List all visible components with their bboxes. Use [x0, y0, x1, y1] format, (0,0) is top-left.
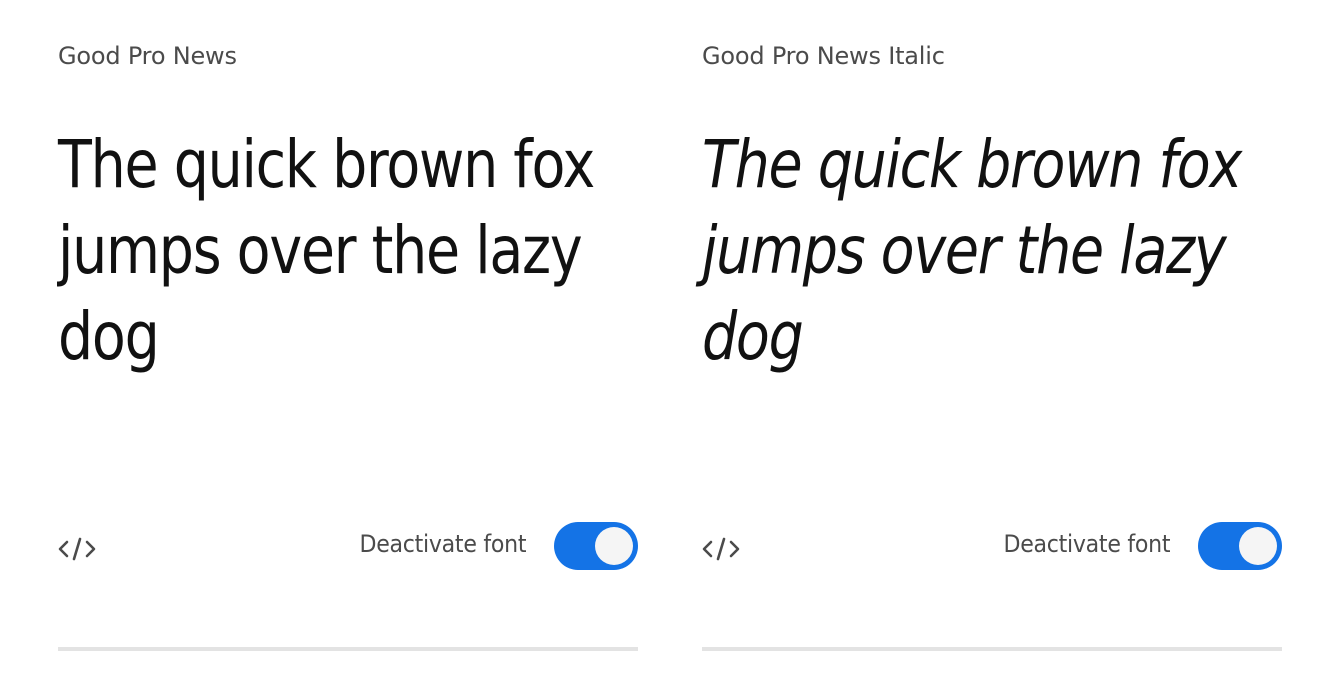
deactivate-font-toggle[interactable]	[554, 522, 638, 570]
toggle-label: Deactivate font	[359, 530, 526, 558]
font-sample-text: The quick brown fox jumps over the lazy …	[58, 126, 595, 375]
toggle-knob	[595, 527, 633, 565]
deactivate-font-toggle[interactable]	[1198, 522, 1282, 570]
code-icon	[58, 536, 96, 562]
font-name: Good Pro News	[58, 42, 237, 70]
divider	[702, 647, 1282, 651]
toggle-label: Deactivate font	[1003, 530, 1170, 558]
font-card-grid: Good Pro News The quick brown fox jumps …	[0, 0, 1318, 688]
embed-code-button[interactable]	[58, 532, 98, 566]
embed-code-button[interactable]	[702, 532, 742, 566]
font-sample-text: The quick brown fox jumps over the lazy …	[702, 126, 1242, 375]
font-card: Good Pro News Italic The quick brown fox…	[702, 0, 1282, 688]
font-name: Good Pro News Italic	[702, 42, 945, 70]
toggle-knob	[1239, 527, 1277, 565]
font-card: Good Pro News The quick brown fox jumps …	[58, 0, 638, 688]
divider	[58, 647, 638, 651]
code-icon	[702, 536, 740, 562]
